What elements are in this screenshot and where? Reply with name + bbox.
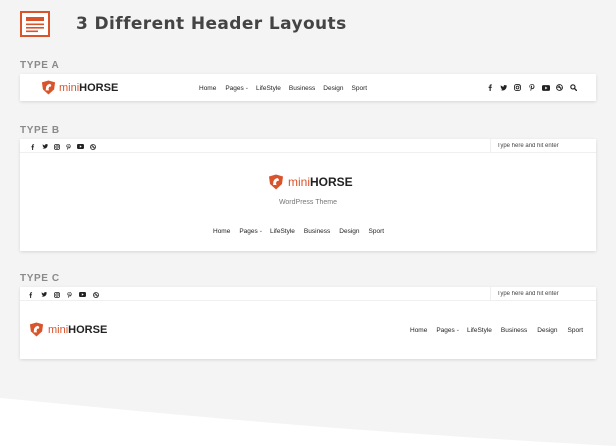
page-title: 3 Different Header Layouts bbox=[76, 14, 347, 34]
logo[interactable]: miniHORSE bbox=[41, 80, 118, 95]
pinterest-icon[interactable] bbox=[64, 142, 73, 151]
logo-text-horse: HORSE bbox=[310, 175, 353, 189]
nav-item-home[interactable]: Home bbox=[199, 85, 216, 92]
logo-text-horse: HORSE bbox=[68, 323, 108, 336]
nav-item-lifestyle[interactable]: LifeStyle bbox=[270, 228, 295, 235]
pinterest-icon[interactable] bbox=[527, 83, 536, 92]
type-a-label: TYPE A bbox=[20, 60, 60, 71]
facebook-icon[interactable] bbox=[485, 83, 494, 92]
horse-shield-icon bbox=[41, 80, 56, 95]
type-a-header: miniHORSE Home Pages ⌄ LifeStyle Business… bbox=[20, 74, 596, 101]
instagram-icon[interactable] bbox=[52, 290, 61, 299]
nav-item-business[interactable]: Business bbox=[304, 228, 330, 235]
nav-item-sport[interactable]: Sport bbox=[352, 85, 368, 92]
twitter-icon[interactable] bbox=[39, 290, 48, 299]
chevron-down-icon: ⌄ bbox=[258, 228, 263, 234]
logo-text-mini: mini bbox=[288, 175, 311, 189]
main-nav: Home Pages ⌄ LifeStyle Business Design Sp… bbox=[410, 325, 583, 335]
youtube-icon[interactable] bbox=[76, 142, 85, 151]
nav-item-sport[interactable]: Sport bbox=[568, 327, 584, 334]
type-b-header: miniHORSE WordPress Theme Home Pages⌄ Li… bbox=[20, 139, 596, 251]
page-heading: 3 Different Header Layouts bbox=[20, 10, 347, 38]
youtube-icon[interactable] bbox=[541, 83, 550, 92]
type-c-label: TYPE C bbox=[20, 273, 60, 284]
instagram-icon[interactable] bbox=[52, 142, 61, 151]
chevron-down-icon: ⌄ bbox=[455, 327, 460, 333]
logo-text-mini: mini bbox=[48, 323, 69, 336]
facebook-icon[interactable] bbox=[28, 142, 37, 151]
social-links bbox=[28, 142, 97, 151]
nav-item-lifestyle[interactable]: LifeStyle bbox=[256, 85, 281, 92]
nav-item-design[interactable]: Design bbox=[537, 327, 557, 334]
chevron-down-icon: ⌄ bbox=[244, 85, 249, 91]
type-c-header: miniHORSE Home Pages⌄ LifeStyle Business… bbox=[20, 287, 596, 359]
pinterest-icon[interactable] bbox=[65, 290, 74, 299]
twitter-icon[interactable] bbox=[40, 142, 49, 151]
instagram-icon[interactable] bbox=[513, 83, 522, 92]
nav-item-pages-label: Pages bbox=[436, 326, 455, 334]
top-bar bbox=[20, 139, 596, 153]
top-bar bbox=[20, 287, 596, 301]
nav-item-design[interactable]: Design bbox=[323, 85, 343, 92]
main-nav: Home Pages ⌄ LifeStyle Business Design Sp… bbox=[199, 83, 367, 93]
main-nav: Home Pages ⌄ LifeStyle Business Design Sp… bbox=[213, 226, 384, 236]
facebook-icon[interactable] bbox=[26, 290, 35, 299]
nav-item-business[interactable]: Business bbox=[501, 327, 527, 334]
youtube-icon[interactable] bbox=[78, 290, 87, 299]
nav-item-design[interactable]: Design bbox=[339, 228, 359, 235]
nav-item-business[interactable]: Business bbox=[289, 85, 315, 92]
twitter-icon[interactable] bbox=[499, 83, 508, 92]
nav-item-sport[interactable]: Sport bbox=[369, 228, 385, 235]
dribbble-icon[interactable] bbox=[555, 83, 564, 92]
nav-item-pages-label: Pages bbox=[225, 84, 244, 92]
nav-item-lifestyle[interactable]: LifeStyle bbox=[467, 327, 492, 334]
nav-item-pages[interactable]: Pages ⌄ bbox=[225, 85, 249, 92]
dribbble-icon[interactable] bbox=[91, 290, 100, 299]
horse-shield-icon bbox=[29, 322, 44, 337]
logo-text-mini: mini bbox=[59, 81, 80, 94]
logo-text-horse: HORSE bbox=[79, 81, 119, 94]
site-tagline: WordPress Theme bbox=[278, 199, 338, 206]
nav-item-pages[interactable]: Pages ⌄ bbox=[239, 228, 263, 235]
dribbble-icon[interactable] bbox=[88, 142, 97, 151]
horse-shield-icon bbox=[269, 174, 283, 190]
nav-item-pages[interactable]: Pages ⌄ bbox=[436, 327, 460, 334]
type-b-label: TYPE B bbox=[20, 125, 60, 136]
nav-item-home[interactable]: Home bbox=[213, 228, 230, 235]
nav-item-pages-label: Pages bbox=[239, 227, 258, 235]
logo[interactable]: miniHORSE bbox=[268, 174, 353, 190]
search-input[interactable] bbox=[490, 139, 596, 152]
layout-icon bbox=[20, 11, 50, 37]
search-input[interactable] bbox=[490, 287, 596, 300]
search-icon[interactable] bbox=[569, 83, 578, 92]
logo[interactable]: miniHORSE bbox=[29, 322, 107, 337]
social-links bbox=[485, 83, 578, 92]
nav-item-home[interactable]: Home bbox=[410, 327, 427, 334]
social-links bbox=[26, 290, 100, 299]
